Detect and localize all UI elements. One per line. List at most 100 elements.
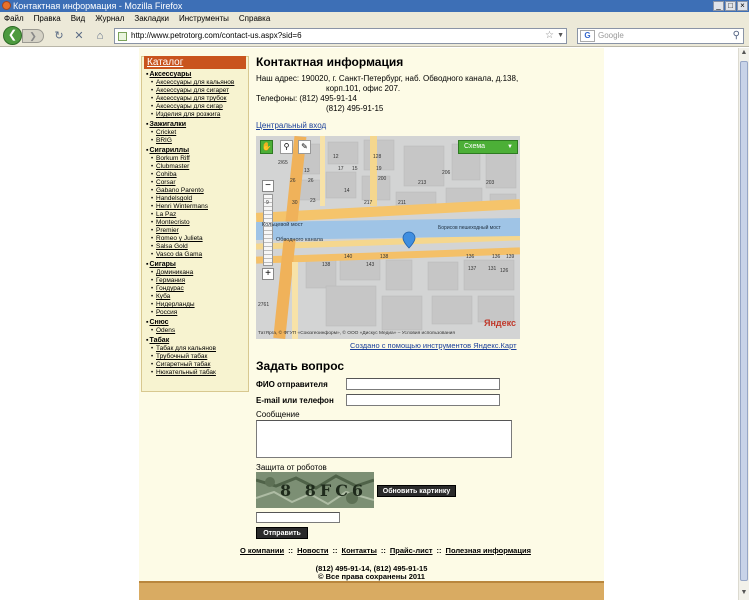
house-number-label: 138	[380, 254, 389, 260]
menu-history[interactable]: Журнал	[95, 14, 124, 23]
house-number-label: 9	[266, 200, 269, 206]
zoom-in-icon[interactable]: +	[262, 268, 274, 280]
catalog-subcategory[interactable]: Сигаретный табак	[146, 361, 248, 369]
vertical-scrollbar[interactable]: ▲ ▼	[738, 48, 749, 600]
forward-arrow-icon: ❯	[29, 31, 37, 41]
page-viewport: Каталог АксессуарыАксессуары для кальяно…	[0, 48, 749, 600]
catalog-subcategory[interactable]: Clubmaster	[146, 163, 248, 171]
catalog-subcategory[interactable]: Трубочный табак	[146, 353, 248, 361]
catalog-subcategory[interactable]: Odens	[146, 327, 248, 335]
catalog-subcategory[interactable]: Нюхательный табак	[146, 369, 248, 377]
catalog-subcategory[interactable]: Нидерланды	[146, 301, 248, 309]
message-label: Сообщение	[256, 410, 300, 419]
menu-bookmarks[interactable]: Закладки	[134, 14, 169, 23]
street-label: Обводного канала	[276, 237, 323, 243]
catalog-subcategory[interactable]: Cohiba	[146, 171, 248, 179]
scroll-thumb[interactable]	[740, 61, 748, 581]
footer-copyright: © Все права сохранены 2011	[318, 572, 425, 581]
catalog-subcategory[interactable]: Corsar	[146, 179, 248, 187]
site-identity-icon[interactable]	[118, 32, 127, 41]
address-bar[interactable]: http://www.petrotorg.com/contact-us.aspx…	[114, 28, 567, 44]
address-label: Наш адрес:	[256, 74, 300, 83]
footer-link-about[interactable]: О компании	[240, 546, 284, 555]
catalog-category[interactable]: Снюс	[146, 319, 248, 327]
hand-tool-icon[interactable]: ✋	[260, 140, 273, 154]
captcha-input[interactable]	[256, 512, 340, 523]
catalog-subcategory[interactable]: Аксессуары для трубок	[146, 95, 248, 103]
close-button[interactable]: ×	[737, 1, 748, 11]
catalog-subcategory[interactable]: Borkum Riff	[146, 155, 248, 163]
search-icon[interactable]: ⚲	[733, 29, 740, 43]
forward-button[interactable]: ❯	[22, 29, 44, 43]
back-button[interactable]: ❮	[3, 26, 22, 45]
catalog-subcategory[interactable]: Henri Wintermans	[146, 203, 248, 211]
catalog-subcategory[interactable]: Изделия для розжига	[146, 111, 248, 119]
footer-link-useful[interactable]: Полезная информация	[446, 546, 531, 555]
search-box[interactable]: G Google ⚲	[577, 28, 744, 44]
zoom-out-icon[interactable]: −	[262, 180, 274, 192]
catalog-subcategory[interactable]: Аксессуары для сигар	[146, 103, 248, 111]
scroll-up-icon[interactable]: ▲	[739, 49, 749, 59]
catalog-subcategory[interactable]: Доминикана	[146, 269, 248, 277]
catalog-subcategory[interactable]: Аксессуары для сигарет	[146, 87, 248, 95]
contact-address: Наш адрес: 190020, г. Санкт-Петербург, н…	[256, 74, 518, 114]
google-icon[interactable]: G	[580, 30, 595, 42]
home-icon[interactable]: ⌂	[93, 29, 107, 43]
yandex-logo: Яндекс	[483, 318, 516, 328]
chevron-down-icon: ▼	[507, 144, 513, 150]
catalog-subcategory[interactable]: Табак для кальянов	[146, 345, 248, 353]
catalog-category[interactable]: Сигары	[146, 261, 248, 269]
minimize-button[interactable]: _	[713, 1, 724, 11]
menu-file[interactable]: Файл	[4, 14, 24, 23]
catalog-subcategory[interactable]: Gabano Parento	[146, 187, 248, 195]
menu-edit[interactable]: Правка	[34, 14, 61, 23]
maximize-button[interactable]: □	[725, 1, 736, 11]
yandex-map[interactable]: ✋ ⚲ ✎ − + Схема ▼ Кольцевой мост Обводног…	[256, 136, 520, 339]
catalog-subcategory[interactable]: Россия	[146, 309, 248, 317]
url-dropdown-icon[interactable]: ▼	[557, 29, 564, 43]
captcha-text: 8 8FC6	[280, 481, 368, 500]
magnifier-icon[interactable]: ⚲	[280, 140, 293, 154]
catalog-subcategory[interactable]: Cricket	[146, 129, 248, 137]
catalog-subcategory[interactable]: Salsa Gold	[146, 243, 248, 251]
catalog-list: АксессуарыАксессуары для кальяновАксессу…	[146, 71, 248, 379]
catalog-category[interactable]: Сигариллы	[146, 147, 248, 155]
submit-button[interactable]: Отправить	[256, 527, 308, 539]
entrance-link[interactable]: Центральный вход	[256, 121, 326, 131]
catalog-subcategory[interactable]: Montecristo	[146, 219, 248, 227]
email-input[interactable]	[346, 394, 500, 406]
catalog-subcategory[interactable]: Гондурас	[146, 285, 248, 293]
catalog-subcategory[interactable]: La Paz	[146, 211, 248, 219]
footer-link-contacts[interactable]: Контакты	[342, 546, 377, 555]
catalog-subcategory[interactable]: Handelsgold	[146, 195, 248, 203]
catalog-subcategory[interactable]: Romeo y Julieta	[146, 235, 248, 243]
name-input[interactable]	[346, 378, 500, 390]
menu-tools[interactable]: Инструменты	[179, 14, 229, 23]
catalog-subcategory[interactable]: BRIG	[146, 137, 248, 145]
scroll-down-icon[interactable]: ▼	[739, 589, 749, 599]
ruler-icon[interactable]: ✎	[298, 140, 311, 154]
reload-icon[interactable]: ↻	[52, 29, 66, 43]
url-text: http://www.petrotorg.com/contact-us.aspx…	[131, 31, 302, 40]
footer-link-pricelist[interactable]: Прайс-лист	[390, 546, 433, 555]
stop-icon[interactable]: ✕	[72, 29, 86, 43]
catalog-subcategory[interactable]: Германия	[146, 277, 248, 285]
footer-link-news[interactable]: Новости	[297, 546, 328, 555]
map-credit-link[interactable]: Создано с помощью инструментов Яндекс.Ка…	[350, 341, 517, 351]
message-textarea[interactable]	[256, 420, 512, 458]
catalog-subcategory[interactable]: Аксессуары для кальянов	[146, 79, 248, 87]
catalog-title[interactable]: Каталог	[144, 56, 246, 69]
catalog-category[interactable]: Табак	[146, 337, 248, 345]
catalog-category[interactable]: Аксессуары	[146, 71, 248, 79]
catalog-subcategory[interactable]: Vasco da Gama	[146, 251, 248, 259]
menu-help[interactable]: Справка	[239, 14, 270, 23]
catalog-category[interactable]: Зажигалки	[146, 121, 248, 129]
catalog-subcategory[interactable]: Premier	[146, 227, 248, 235]
refresh-captcha-button[interactable]: Обновить картинку	[377, 485, 456, 497]
firefox-icon	[2, 1, 11, 10]
name-label: ФИО отправителя	[256, 380, 328, 389]
catalog-subcategory[interactable]: Куба	[146, 293, 248, 301]
menu-view[interactable]: Вид	[71, 14, 85, 23]
map-type-dropdown[interactable]: Схема ▼	[458, 140, 518, 154]
bookmark-star-icon[interactable]: ☆	[545, 29, 554, 43]
